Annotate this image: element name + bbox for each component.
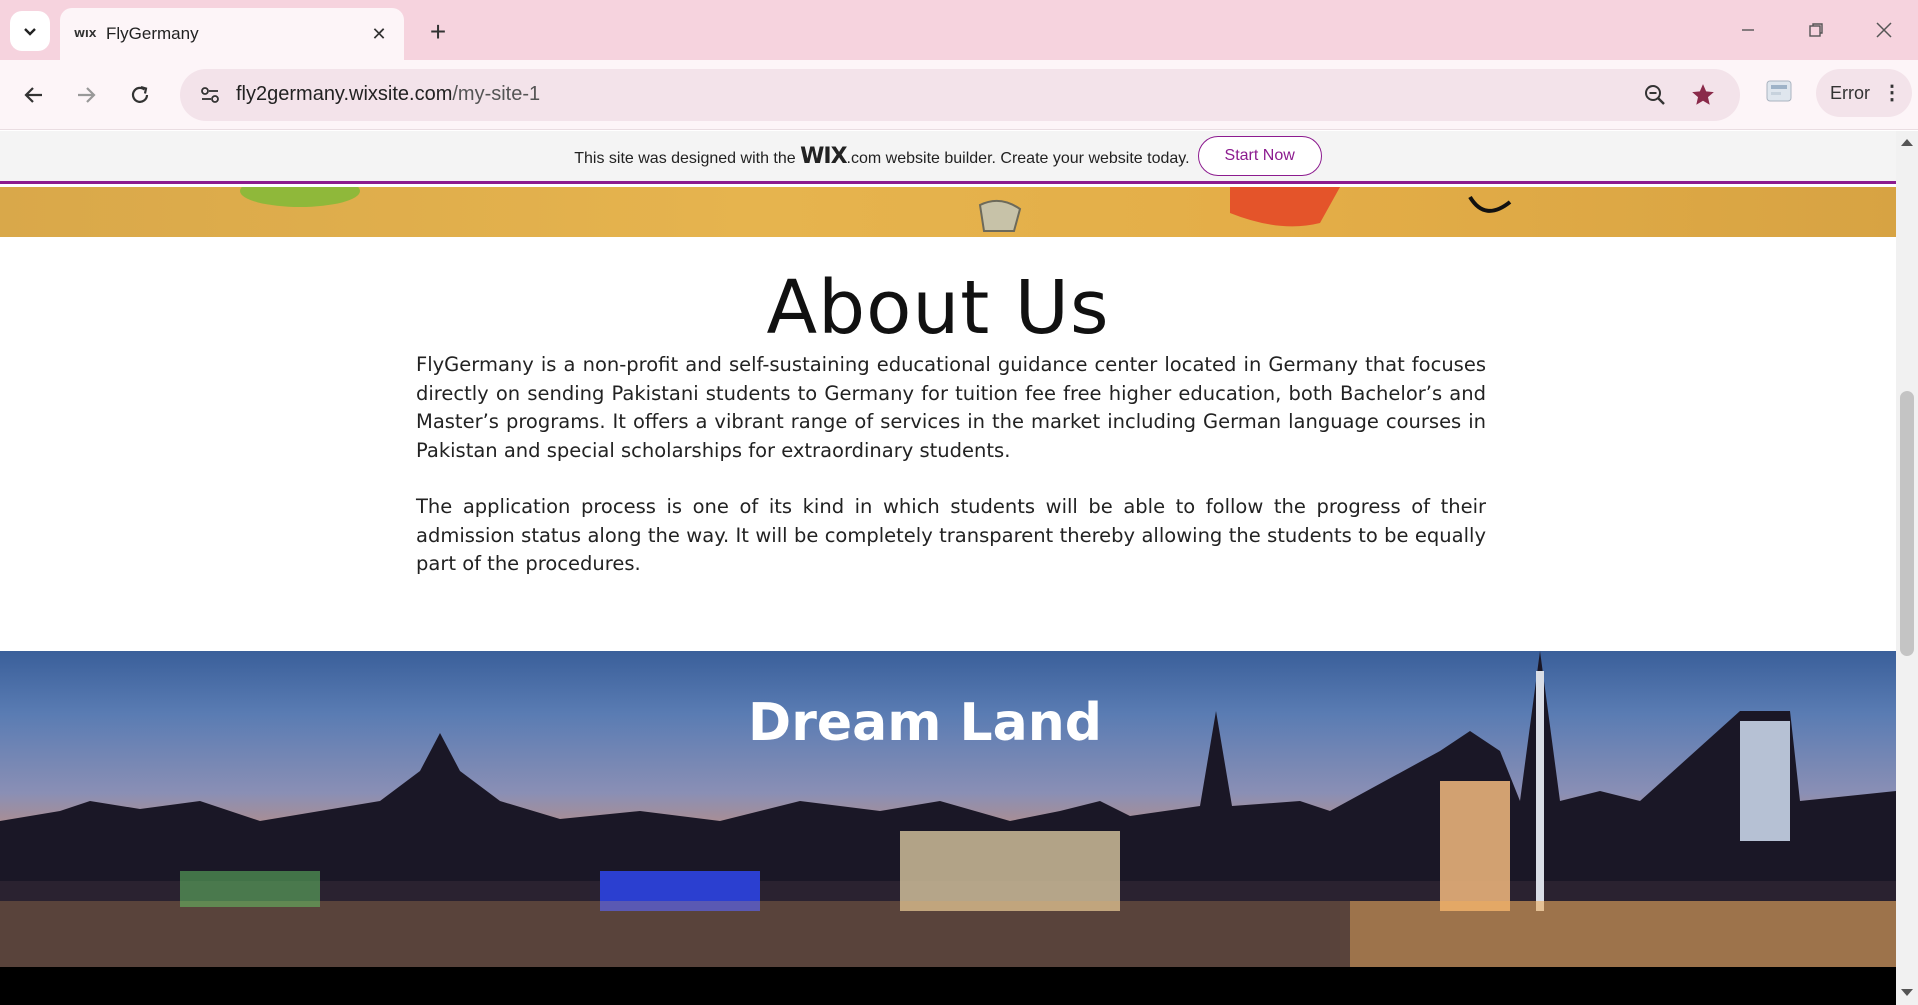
web-page: This site was designed with the WIX.com … xyxy=(0,131,1896,1005)
new-tab-button[interactable]: + xyxy=(420,14,456,50)
wix-banner-text: This site was designed with the WIX.com … xyxy=(574,143,1190,169)
page-scrollbar[interactable] xyxy=(1896,131,1918,1005)
site-info-icon[interactable] xyxy=(194,79,226,111)
wix-favicon-icon: WIX xyxy=(74,28,97,40)
scrollbar-thumb[interactable] xyxy=(1900,391,1914,656)
close-window-icon[interactable] xyxy=(1856,10,1912,50)
zoom-icon[interactable] xyxy=(1638,78,1672,112)
browser-tab[interactable]: WIX FlyGermany ✕ xyxy=(60,8,404,60)
about-paragraph-1: FlyGermany is a non-profit and self-sust… xyxy=(416,353,1486,462)
about-paragraph-2: The application process is one of its ki… xyxy=(416,495,1486,575)
extension-icon[interactable] xyxy=(1762,74,1796,108)
dream-land-heading: Dream Land xyxy=(748,693,1102,753)
tab-search-button[interactable] xyxy=(10,11,50,51)
wix-logo: WIX xyxy=(800,143,847,169)
forward-button[interactable] xyxy=(64,73,108,117)
address-bar[interactable]: fly2germany.wixsite.com/my-site-1 xyxy=(180,69,1740,121)
footer-strip xyxy=(0,967,1896,1005)
wix-promo-banner: This site was designed with the WIX.com … xyxy=(0,131,1896,184)
hero-image-strip xyxy=(0,187,1896,237)
about-heading: About Us xyxy=(766,265,1110,351)
hero-decoration xyxy=(240,187,1512,232)
back-button[interactable] xyxy=(12,73,56,117)
more-menu-icon[interactable]: ⋮ xyxy=(1882,83,1902,103)
about-section: About Us FlyGermany is a non-profit and … xyxy=(0,237,1896,651)
scroll-up-arrow-icon[interactable] xyxy=(1901,139,1913,146)
scroll-down-arrow-icon[interactable] xyxy=(1901,989,1913,996)
dream-land-banner: Dream Land xyxy=(0,651,1896,967)
reload-icon xyxy=(131,85,149,103)
start-now-button[interactable]: Start Now xyxy=(1197,136,1322,176)
profile-error-button[interactable]: Error ⋮ xyxy=(1816,69,1912,117)
arrow-left-icon xyxy=(24,87,42,103)
arrow-right-icon xyxy=(78,87,96,103)
url-text: fly2germany.wixsite.com/my-site-1 xyxy=(236,83,540,106)
url-domain: fly2germany.wixsite.com xyxy=(236,83,453,105)
restore-icon[interactable] xyxy=(1788,10,1844,50)
bookmark-star-icon[interactable] xyxy=(1686,78,1720,112)
reload-button[interactable] xyxy=(118,73,162,117)
chevron-down-icon xyxy=(24,28,36,36)
browser-title-bar: WIX FlyGermany ✕ + xyxy=(0,0,1918,60)
url-path: /my-site-1 xyxy=(452,83,541,105)
profile-error-label: Error xyxy=(1830,82,1870,103)
minimize-icon[interactable] xyxy=(1720,10,1776,50)
browser-toolbar: fly2germany.wixsite.com/my-site-1 Error … xyxy=(0,60,1918,130)
close-tab-icon[interactable]: ✕ xyxy=(368,23,390,45)
tab-title: FlyGermany xyxy=(106,24,199,43)
